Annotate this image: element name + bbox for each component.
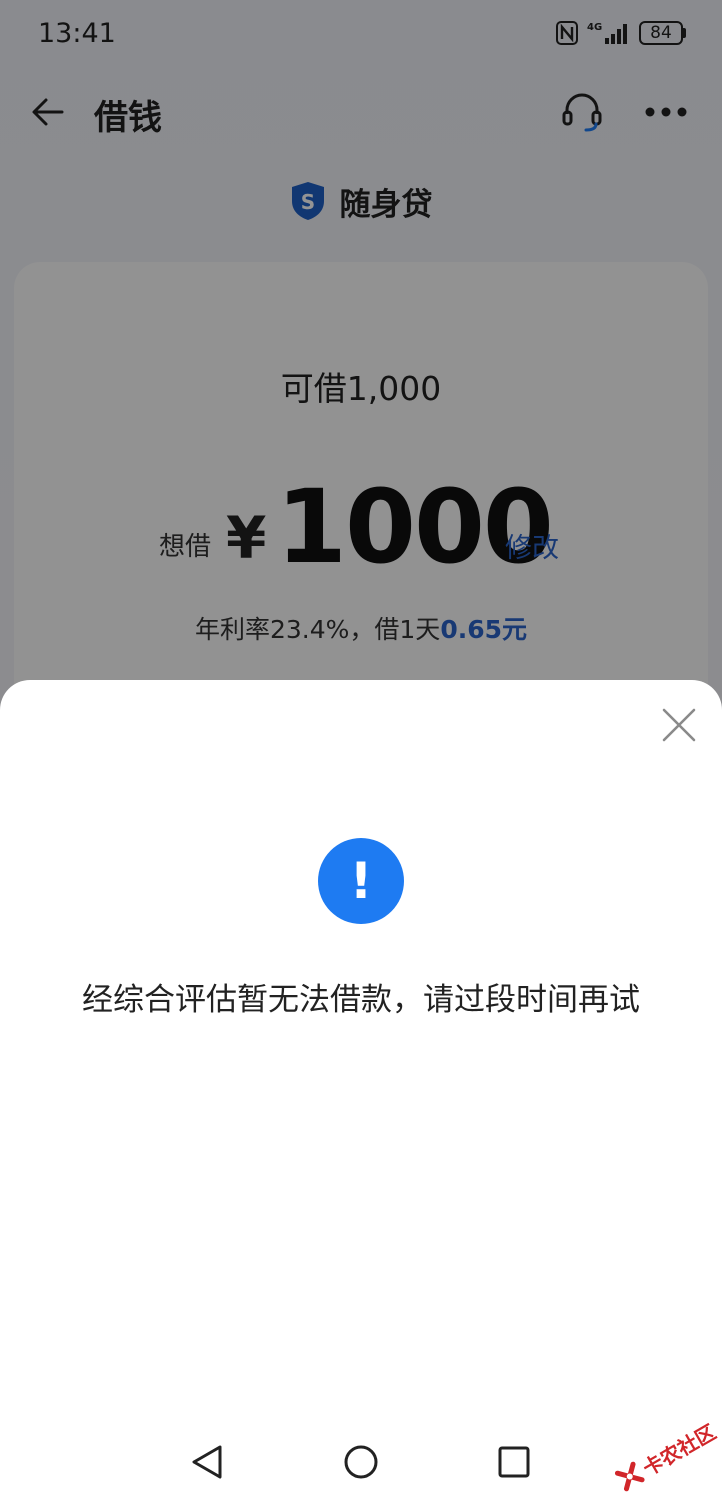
result-bottom-sheet: ! 经综合评估暂无法借款，请过段时间再试 [0, 680, 722, 1500]
exclamation-alert-icon: ! [318, 838, 404, 924]
watermark-text: 卡农社区 [638, 1419, 720, 1481]
system-recents-icon[interactable] [497, 1445, 531, 1479]
system-home-icon[interactable] [343, 1444, 379, 1480]
system-back-icon[interactable] [188, 1443, 226, 1481]
rejection-message: 经综合评估暂无法借款，请过段时间再试 [82, 982, 640, 1018]
close-icon[interactable] [660, 706, 698, 744]
